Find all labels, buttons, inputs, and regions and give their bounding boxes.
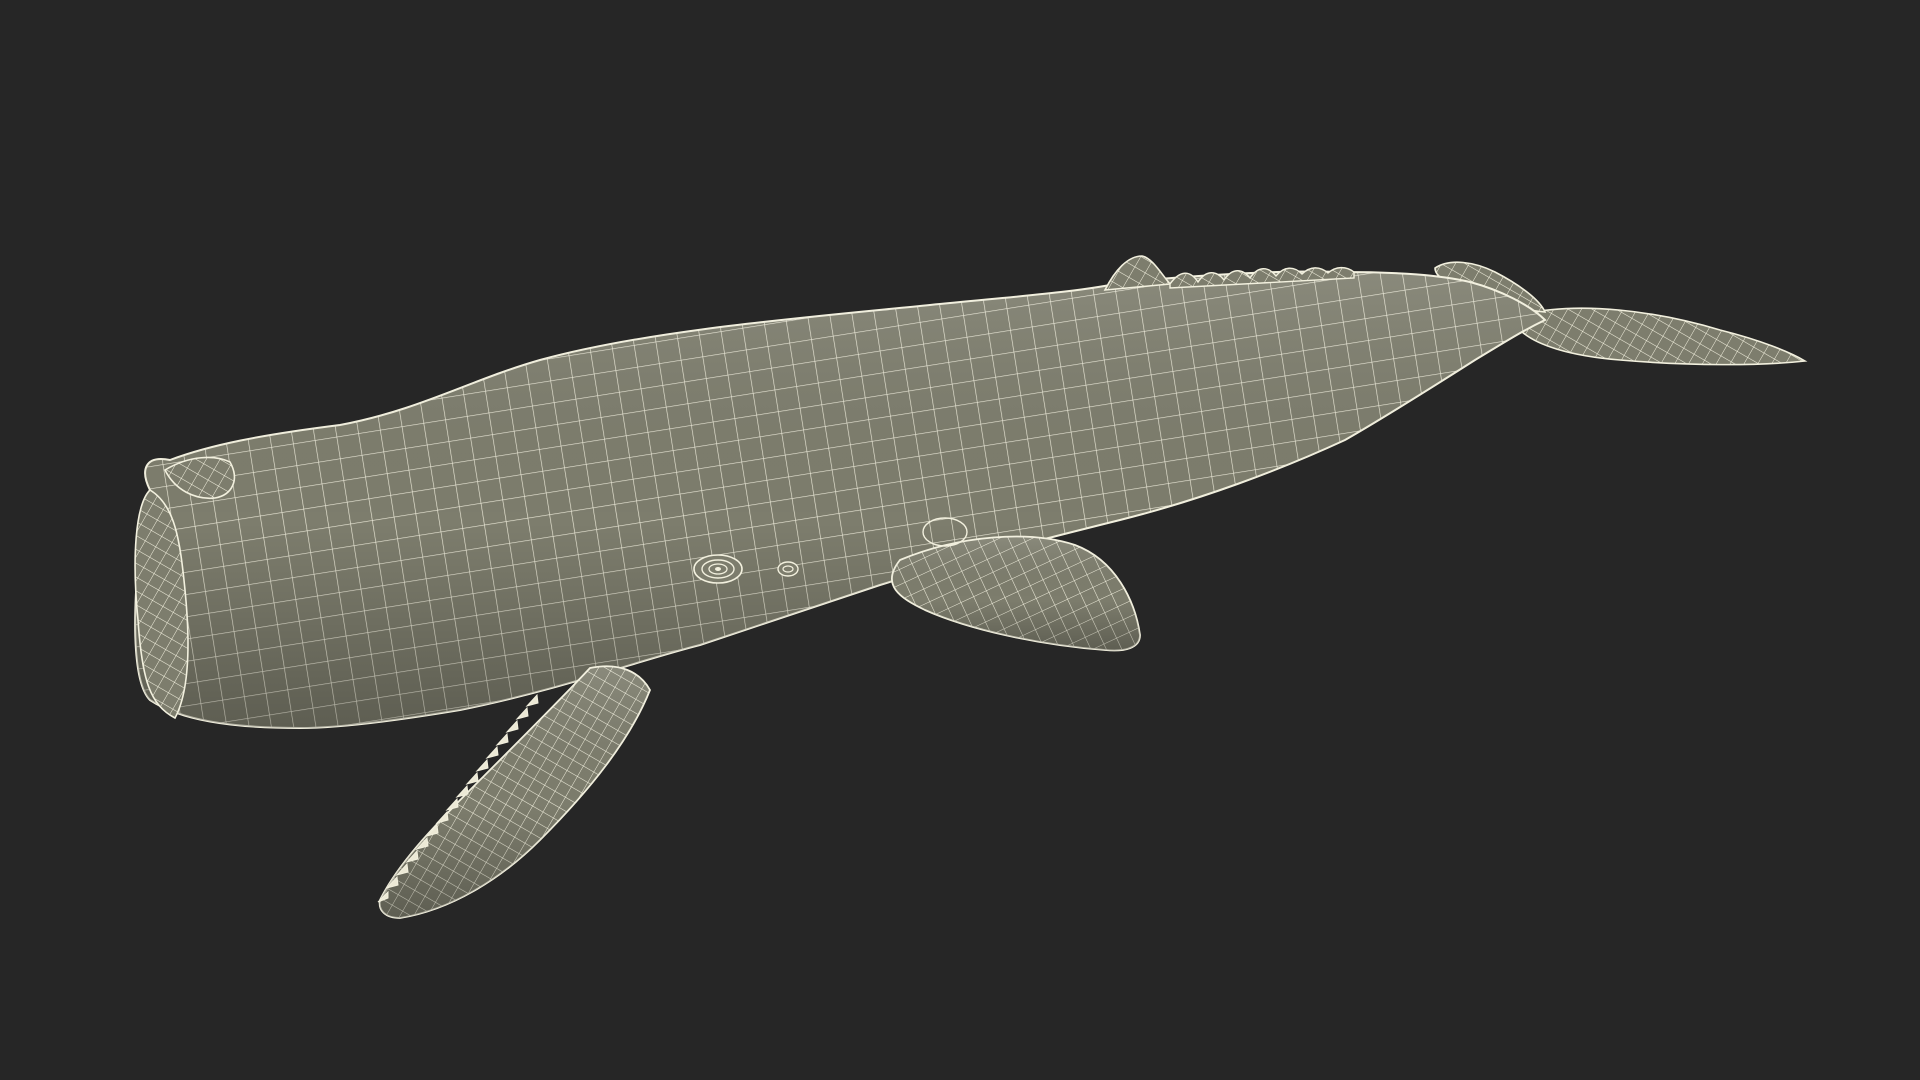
eye-icon [693, 554, 743, 584]
pectoral-fin [890, 535, 1141, 652]
ear-icon [777, 561, 799, 577]
whale-body [134, 270, 1547, 730]
3d-viewport[interactable] [0, 0, 1920, 1080]
whale-render [134, 255, 1808, 919]
dorsal-hump [1103, 255, 1172, 291]
